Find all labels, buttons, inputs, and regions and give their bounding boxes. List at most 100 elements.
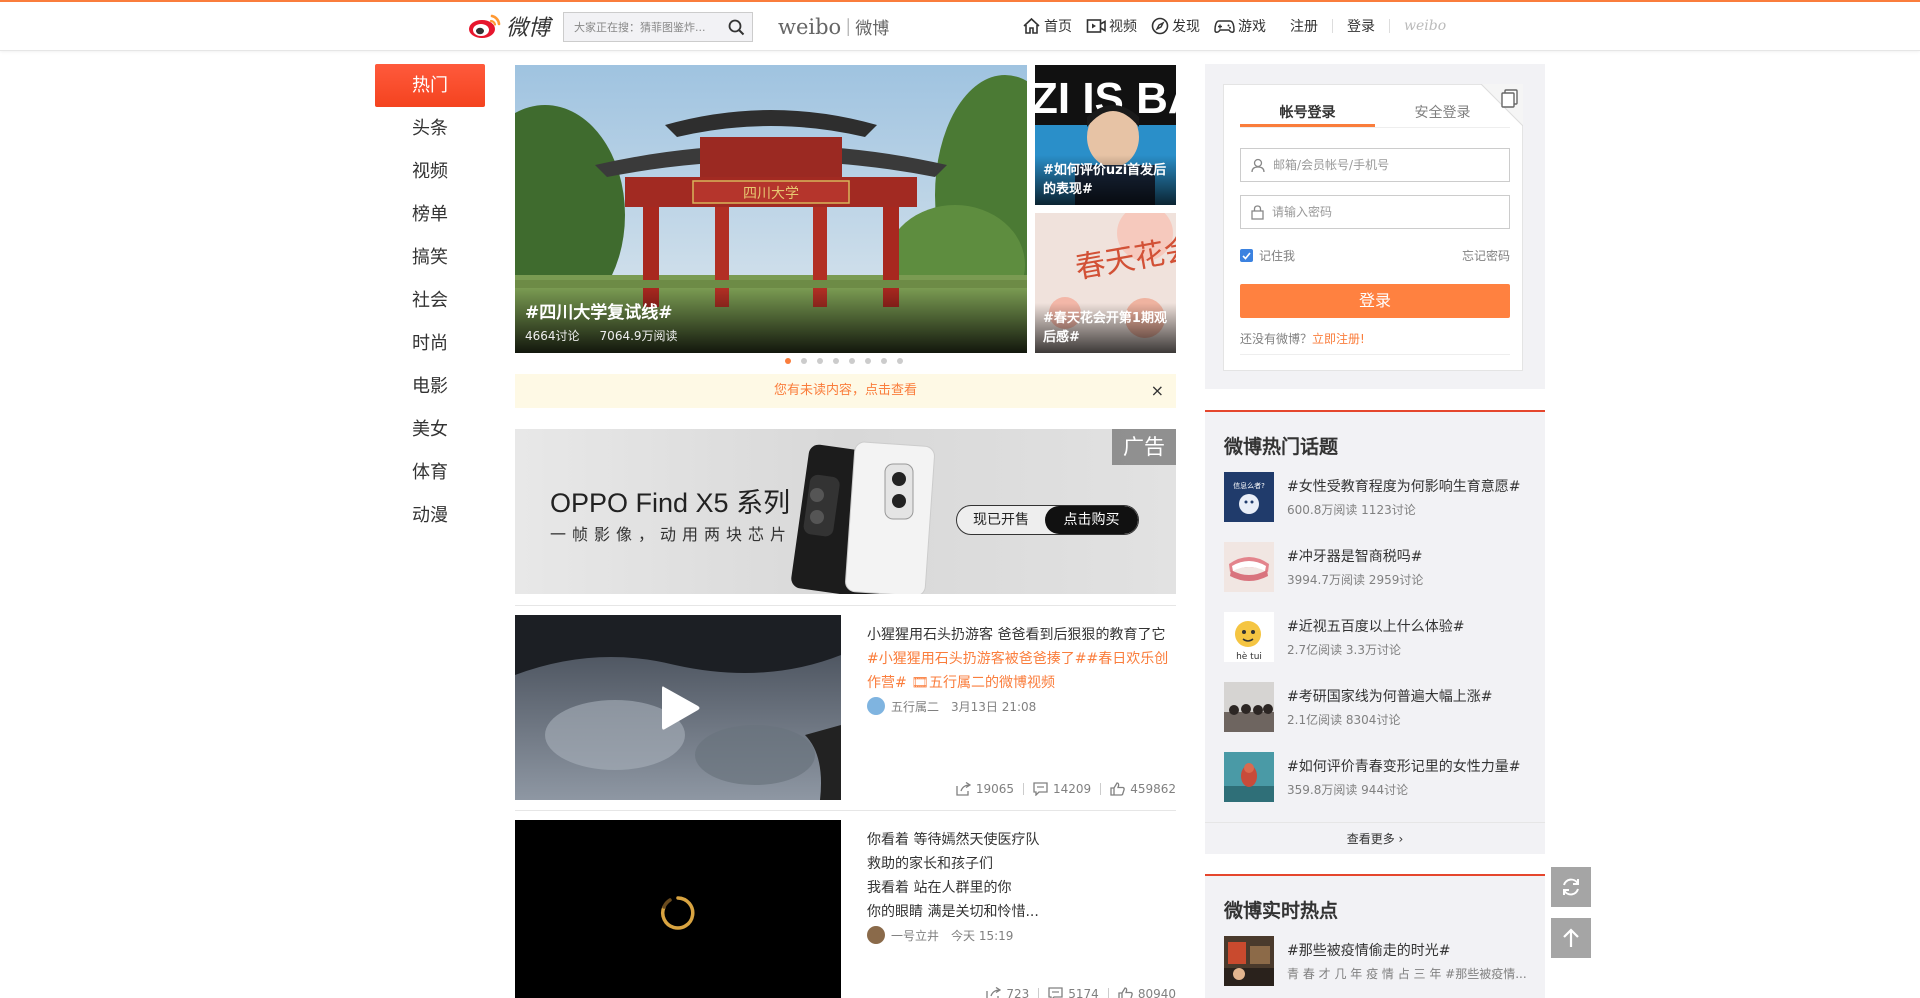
hero-title[interactable]: #四川大学复试线# (525, 298, 673, 323)
avatar[interactable] (867, 697, 885, 715)
topic-title[interactable]: #那些被疫情偷走的时光# (1287, 940, 1450, 960)
login-panel: 帐号登录 安全登录 记住我 忘记密码 登录 还没有微博？立即注册! (1205, 64, 1545, 389)
channel-hot[interactable]: 热门 (375, 64, 485, 107)
video-thumbnail[interactable] (515, 615, 841, 800)
share-stat[interactable]: 19065 (956, 782, 1014, 796)
ad-buttons: 现已开售 点击购买 (956, 505, 1139, 535)
unread-notice-text: 您有未读内容，点击查看 (773, 383, 917, 398)
ad-buy-button[interactable]: 点击购买 (1045, 506, 1138, 534)
feed-text[interactable]: 小猩猩用石头扔游客 爸爸看到后狠狠的教育了它 #小猩猩用石头扔游客被爸爸揍了##… (867, 623, 1172, 695)
tab-secure-login[interactable]: 安全登录 (1375, 103, 1510, 127)
refresh-icon (1563, 878, 1579, 896)
topic-item[interactable]: #如何评价青春变形记里的女性力量# 359.8万阅读 944讨论 (1224, 752, 1534, 802)
topic-item[interactable]: #冲牙器是智商税吗# 3994.7万阅读 2959讨论 (1224, 542, 1534, 592)
feed-author[interactable]: 一号立井 今天 15:19 (867, 926, 1013, 944)
remember-checkbox[interactable] (1240, 249, 1253, 262)
search-box (563, 12, 753, 42)
feed-text[interactable]: 你看着 等待嫣然天使医疗队 救助的家长和孩子们 我看着 站在人群里的你 你的眼睛… (867, 828, 1172, 924)
refresh-button[interactable] (1551, 867, 1591, 907)
tab-account-login[interactable]: 帐号登录 (1240, 103, 1375, 127)
topic-title[interactable]: #近视五百度以上什么体验# (1287, 616, 1464, 636)
share-stat[interactable]: 723 (986, 987, 1029, 998)
channel-fashion[interactable]: 时尚 (375, 322, 485, 365)
password-field-wrapper (1240, 195, 1510, 229)
channel-society[interactable]: 社会 (375, 279, 485, 322)
video-thumbnail[interactable] (515, 820, 841, 998)
carousel-dot[interactable] (881, 358, 887, 364)
topic-title[interactable]: #冲牙器是智商税吗# (1287, 546, 1422, 566)
feed-hashtags[interactable]: #小猩猩用石头扔游客被爸爸揍了##春日欢乐创作营# 🎞五行属二的微博视频 (867, 651, 1168, 691)
channel-sports[interactable]: 体育 (375, 451, 485, 494)
carousel-dots (785, 358, 913, 364)
side-thumb-uzi[interactable]: ZI IS BAC #如何评价uzi首发后的表现# (1035, 65, 1176, 205)
nav-game[interactable]: 游戏 (1214, 16, 1266, 36)
stat-separator (1038, 988, 1040, 998)
topic-item[interactable]: #考研国家线为何普遍大幅上涨# 2.1亿阅读 8304讨论 (1224, 682, 1534, 732)
feed-author[interactable]: 五行属二 3月13日 21:08 (867, 697, 1036, 715)
login-button[interactable]: 登录 (1240, 284, 1510, 318)
channel-rankings[interactable]: 榜单 (375, 193, 485, 236)
search-button[interactable] (722, 13, 750, 41)
carousel-dot[interactable] (833, 358, 839, 364)
like-stat[interactable]: 80940 (1118, 987, 1176, 998)
share-icon (986, 987, 1002, 998)
register-link[interactable]: 注册 (1290, 16, 1318, 36)
nav-discover[interactable]: 发现 (1151, 16, 1200, 36)
side-thumb-spring[interactable]: 春天花会开 #春天花会开第1期观后感# (1035, 213, 1176, 353)
author-name[interactable]: 五行属二 (891, 698, 939, 715)
like-stat[interactable]: 459862 (1110, 782, 1176, 796)
channel-beauty[interactable]: 美女 (375, 408, 485, 451)
weibo-small-logo[interactable]: weibo (1404, 18, 1446, 34)
channel-video[interactable]: 视频 (375, 150, 485, 193)
play-icon[interactable] (658, 683, 702, 733)
author-name[interactable]: 一号立井 (891, 927, 939, 944)
hero-slide[interactable]: 四川大学 #四川大学复试线# 4664讨论 7064.9万阅读 (515, 65, 1027, 353)
topic-thumbnail (1224, 682, 1274, 732)
topic-thumbnail (1224, 936, 1274, 986)
pandemic-memory-image (1224, 936, 1274, 986)
topic-item[interactable]: hè tui #近视五百度以上什么体验# 2.7亿阅读 3.3万讨论 (1224, 612, 1534, 662)
username-input[interactable] (1273, 158, 1498, 172)
hero-caption: #四川大学复试线# 4664讨论 7064.9万阅读 (515, 288, 1027, 353)
login-form: 帐号登录 安全登录 记住我 忘记密码 登录 还没有微博？立即注册! (1223, 84, 1523, 371)
close-icon[interactable]: × (1151, 374, 1164, 408)
ad-onsale-label[interactable]: 现已开售 (957, 506, 1045, 534)
comment-stat[interactable]: 5174 (1048, 987, 1099, 998)
carousel-dot[interactable] (817, 358, 823, 364)
feed-divider (515, 810, 1176, 811)
channel-movies[interactable]: 电影 (375, 365, 485, 408)
nav-video[interactable]: 视频 (1086, 16, 1137, 36)
carousel-dot[interactable] (897, 358, 903, 364)
weibo-wordmark[interactable]: weibo | 微博 (778, 14, 889, 40)
forgot-password-link[interactable]: 忘记密码 (1462, 247, 1510, 264)
topic-title[interactable]: #考研国家线为何普遍大幅上涨# (1287, 686, 1492, 706)
topic-item[interactable]: 信息么者? #女性受教育程度为何影响生育意愿# 600.8万阅读 1123讨论 (1224, 472, 1534, 522)
password-input[interactable] (1272, 205, 1497, 219)
comment-stat[interactable]: 14209 (1033, 782, 1091, 796)
carousel-dot[interactable] (865, 358, 871, 364)
back-to-top-button[interactable] (1551, 918, 1591, 958)
login-link[interactable]: 登录 (1347, 16, 1375, 36)
remember-me[interactable]: 记住我 (1240, 247, 1295, 264)
carousel-dot[interactable] (785, 358, 791, 364)
search-input[interactable] (564, 13, 722, 41)
register-now-link[interactable]: 立即注册! (1312, 332, 1365, 346)
see-more-link[interactable]: 查看更多 › (1205, 822, 1545, 854)
channel-headlines[interactable]: 头条 (375, 107, 485, 150)
hot-topics-panel: 微博热门话题 信息么者? #女性受教育程度为何影响生育意愿# 600.8万阅读 … (1205, 410, 1545, 854)
nav-discover-label: 发现 (1172, 19, 1200, 35)
nav-home[interactable]: 首页 (1022, 16, 1072, 36)
topic-title[interactable]: #如何评价青春变形记里的女性力量# (1287, 756, 1520, 776)
channel-anime[interactable]: 动漫 (375, 494, 485, 537)
ad-banner[interactable]: OPPO Find X5 系列 一帧影像，动用两块芯片 现已开售 点击购买 广告 (515, 429, 1176, 594)
topic-item[interactable]: #那些被疫情偷走的时光# 青 春 才 几 年 疫 情 占 三 年 #那些被疫情.… (1224, 936, 1534, 986)
carousel-dot[interactable] (801, 358, 807, 364)
unread-notice[interactable]: 您有未读内容，点击查看 × (515, 374, 1176, 408)
carousel-dot[interactable] (849, 358, 855, 364)
weibo-logo[interactable]: 微博 (468, 8, 550, 44)
avatar[interactable] (867, 926, 885, 944)
gate-plaque-text: 四川大学 (743, 186, 799, 202)
divider (1240, 354, 1510, 355)
topic-title[interactable]: #女性受教育程度为何影响生育意愿# (1287, 476, 1520, 496)
channel-funny[interactable]: 搞笑 (375, 236, 485, 279)
